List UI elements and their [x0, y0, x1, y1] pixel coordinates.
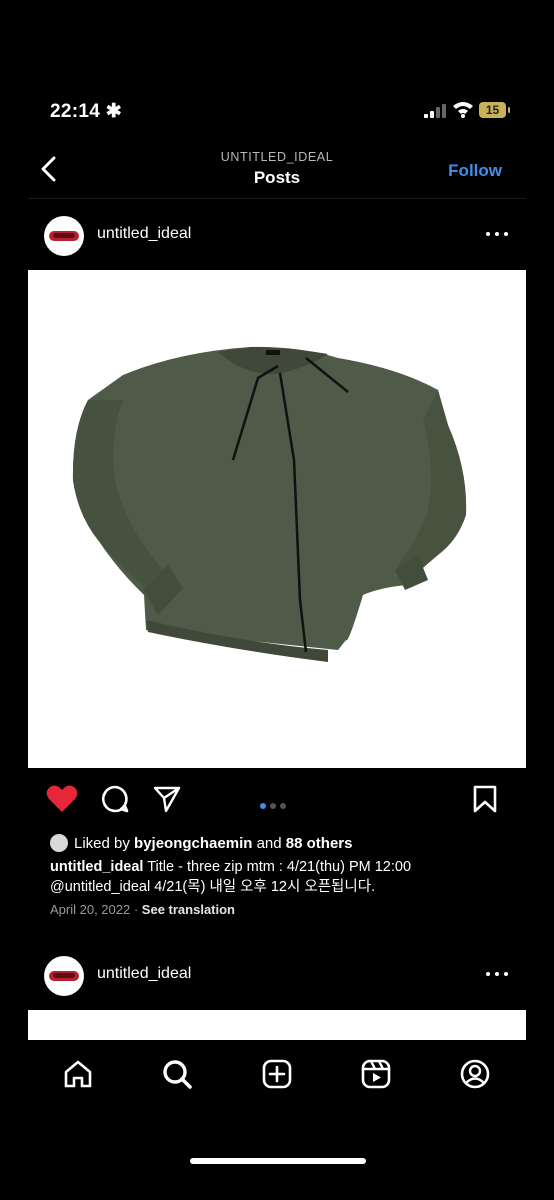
battery-icon: 15 [479, 102, 506, 118]
caption-line-2: @untitled_ideal 4/21(목) 내일 오후 12시 오픈됩니다. [50, 879, 376, 895]
wifi-icon [453, 102, 473, 118]
avatar[interactable] [44, 216, 84, 256]
status-bar: 22:14 ✱ 15 [28, 62, 526, 152]
see-translation-link[interactable]: See translation [142, 902, 235, 917]
more-options-icon[interactable] [486, 226, 508, 242]
tab-bar [28, 1040, 526, 1186]
caption-text: Title - three zip mtm : 4/21(thu) PM 12:… [143, 859, 412, 875]
battery-cap [508, 107, 510, 113]
post-date: April 20, 2022 [50, 902, 131, 917]
more-options-icon[interactable] [486, 966, 508, 982]
follow-button[interactable]: Follow [448, 161, 502, 181]
home-indicator[interactable] [190, 1158, 366, 1164]
post-caption: untitled_ideal Title - three zip mtm : 4… [50, 857, 520, 897]
liker-avatar [50, 834, 68, 852]
nav-header: UNTITLED_IDEAL Posts Follow [28, 146, 526, 199]
profile-icon[interactable] [459, 1058, 491, 1090]
post-actions [28, 778, 526, 822]
post-username[interactable]: untitled_ideal [97, 225, 191, 243]
next-post-header: untitled_ideal [28, 944, 526, 1006]
cellular-signal-icon [424, 104, 446, 118]
create-icon[interactable] [261, 1058, 293, 1090]
post-date-line: April 20, 2022 · See translation [50, 902, 235, 917]
home-icon[interactable] [62, 1058, 94, 1090]
carousel-indicator [260, 796, 290, 814]
clock: 22:14 ✱ [50, 101, 122, 122]
search-icon[interactable] [161, 1058, 193, 1090]
share-icon[interactable] [152, 784, 182, 814]
heart-icon[interactable] [46, 784, 78, 814]
avatar[interactable] [44, 956, 84, 996]
next-post-image[interactable] [28, 1010, 526, 1040]
reels-icon[interactable] [360, 1058, 392, 1090]
next-post-username[interactable]: untitled_ideal [97, 965, 191, 983]
phone-screen: 22:14 ✱ 15 UNTITLED_IDEAL Posts Follow u… [28, 62, 526, 1186]
caption-username[interactable]: untitled_ideal [50, 859, 143, 875]
comment-icon[interactable] [100, 784, 130, 814]
post-header: untitled_ideal [28, 204, 526, 266]
likes-text: Liked by byjeongchaemin and 88 others [74, 835, 353, 852]
sweater-image [72, 346, 467, 662]
bookmark-icon[interactable] [472, 784, 498, 814]
post-image[interactable] [28, 270, 526, 768]
